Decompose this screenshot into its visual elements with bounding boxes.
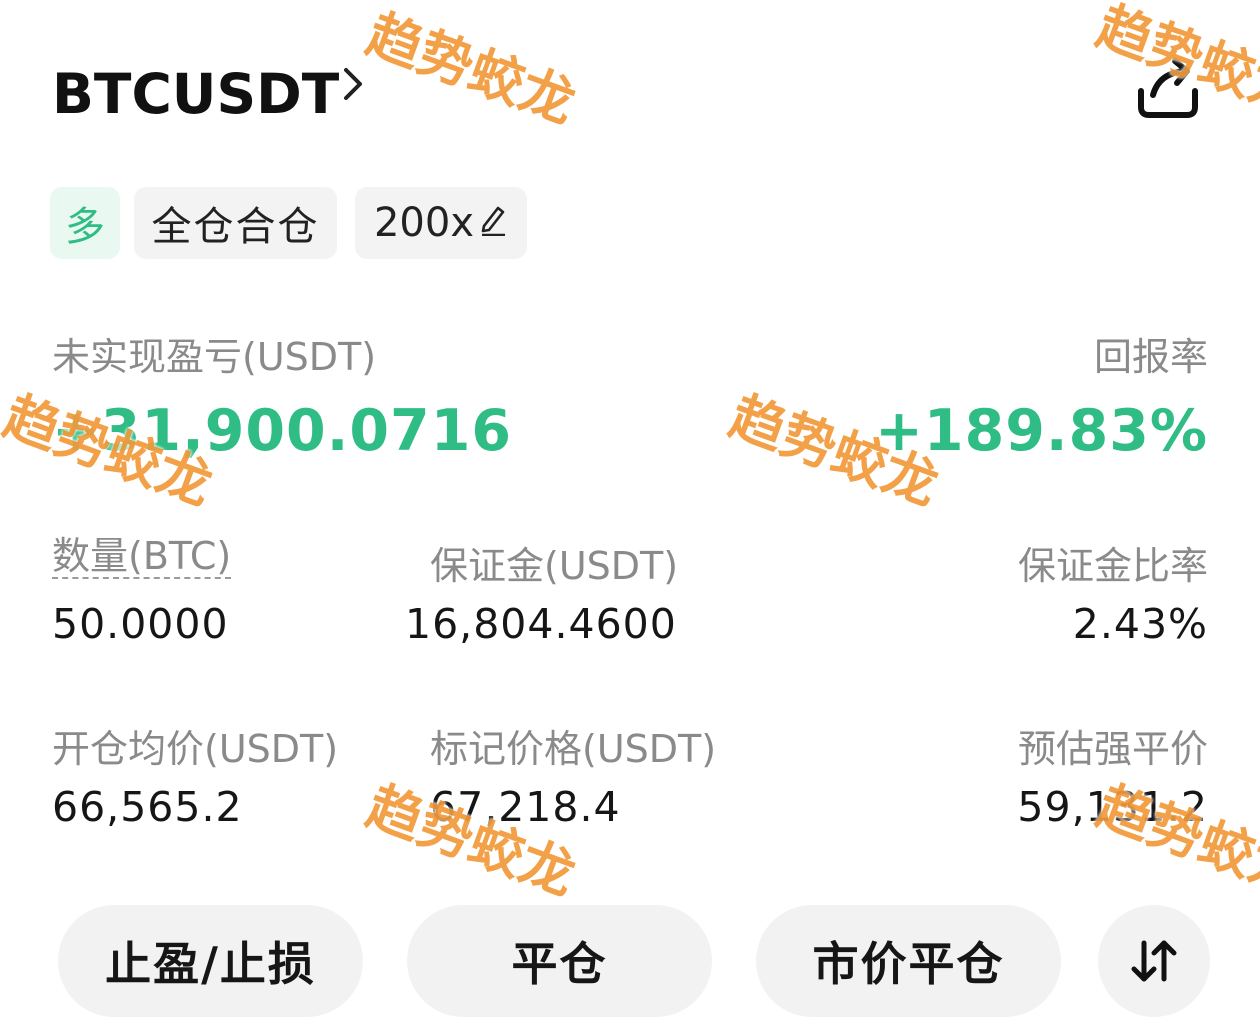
mark-price-value: 67,218.4: [430, 783, 621, 831]
share-icon[interactable]: [1133, 55, 1203, 120]
unrealized-pnl-label: 未实现盈亏(USDT): [52, 335, 377, 379]
position-side-label: 多: [65, 204, 105, 250]
market-close-button-label: 市价平仓: [812, 937, 1005, 991]
entry-price-value: 66,565.2: [52, 783, 243, 831]
chevron-right-icon[interactable]: [338, 64, 368, 104]
tpsl-button[interactable]: 止盈/止损: [58, 905, 363, 1017]
roe-label: 回报率: [1093, 335, 1208, 379]
market-close-button[interactable]: 市价平仓: [756, 905, 1061, 1017]
entry-price-label: 开仓均价(USDT): [52, 727, 339, 771]
roe-value: +189.83%: [875, 398, 1208, 464]
watermark: 趋势蛟龙: [359, 2, 584, 136]
close-position-button[interactable]: 平仓: [407, 905, 712, 1017]
symbol-title[interactable]: BTCUSDT: [52, 62, 339, 126]
position-side-badge: 多: [50, 187, 120, 259]
reverse-position-button[interactable]: [1098, 905, 1210, 1017]
quantity-value: 50.0000: [52, 600, 229, 648]
margin-mode-badge: 全仓合仓: [134, 187, 337, 259]
margin-label: 保证金(USDT): [430, 544, 679, 588]
swap-vertical-icon: [1131, 940, 1177, 982]
close-position-button-label: 平仓: [511, 937, 608, 991]
leverage-label: 200x: [373, 200, 475, 246]
liquidation-price-label: 预估强平价: [1017, 727, 1208, 771]
liquidation-price-value: 59,131.2: [1017, 783, 1208, 831]
unrealized-pnl-value: +31,900.0716: [52, 398, 513, 464]
margin-ratio-label: 保证金比率: [1017, 544, 1208, 588]
tpsl-button-label: 止盈/止损: [105, 937, 316, 991]
pencil-icon[interactable]: [478, 202, 508, 236]
margin-mode-label: 全仓合仓: [151, 204, 320, 250]
leverage-badge[interactable]: 200x: [355, 187, 527, 259]
mark-price-label: 标记价格(USDT): [430, 727, 717, 771]
quantity-label[interactable]: 数量(BTC): [52, 535, 232, 579]
margin-value: 16,804.4600: [405, 600, 677, 648]
margin-ratio-value: 2.43%: [1072, 600, 1208, 648]
